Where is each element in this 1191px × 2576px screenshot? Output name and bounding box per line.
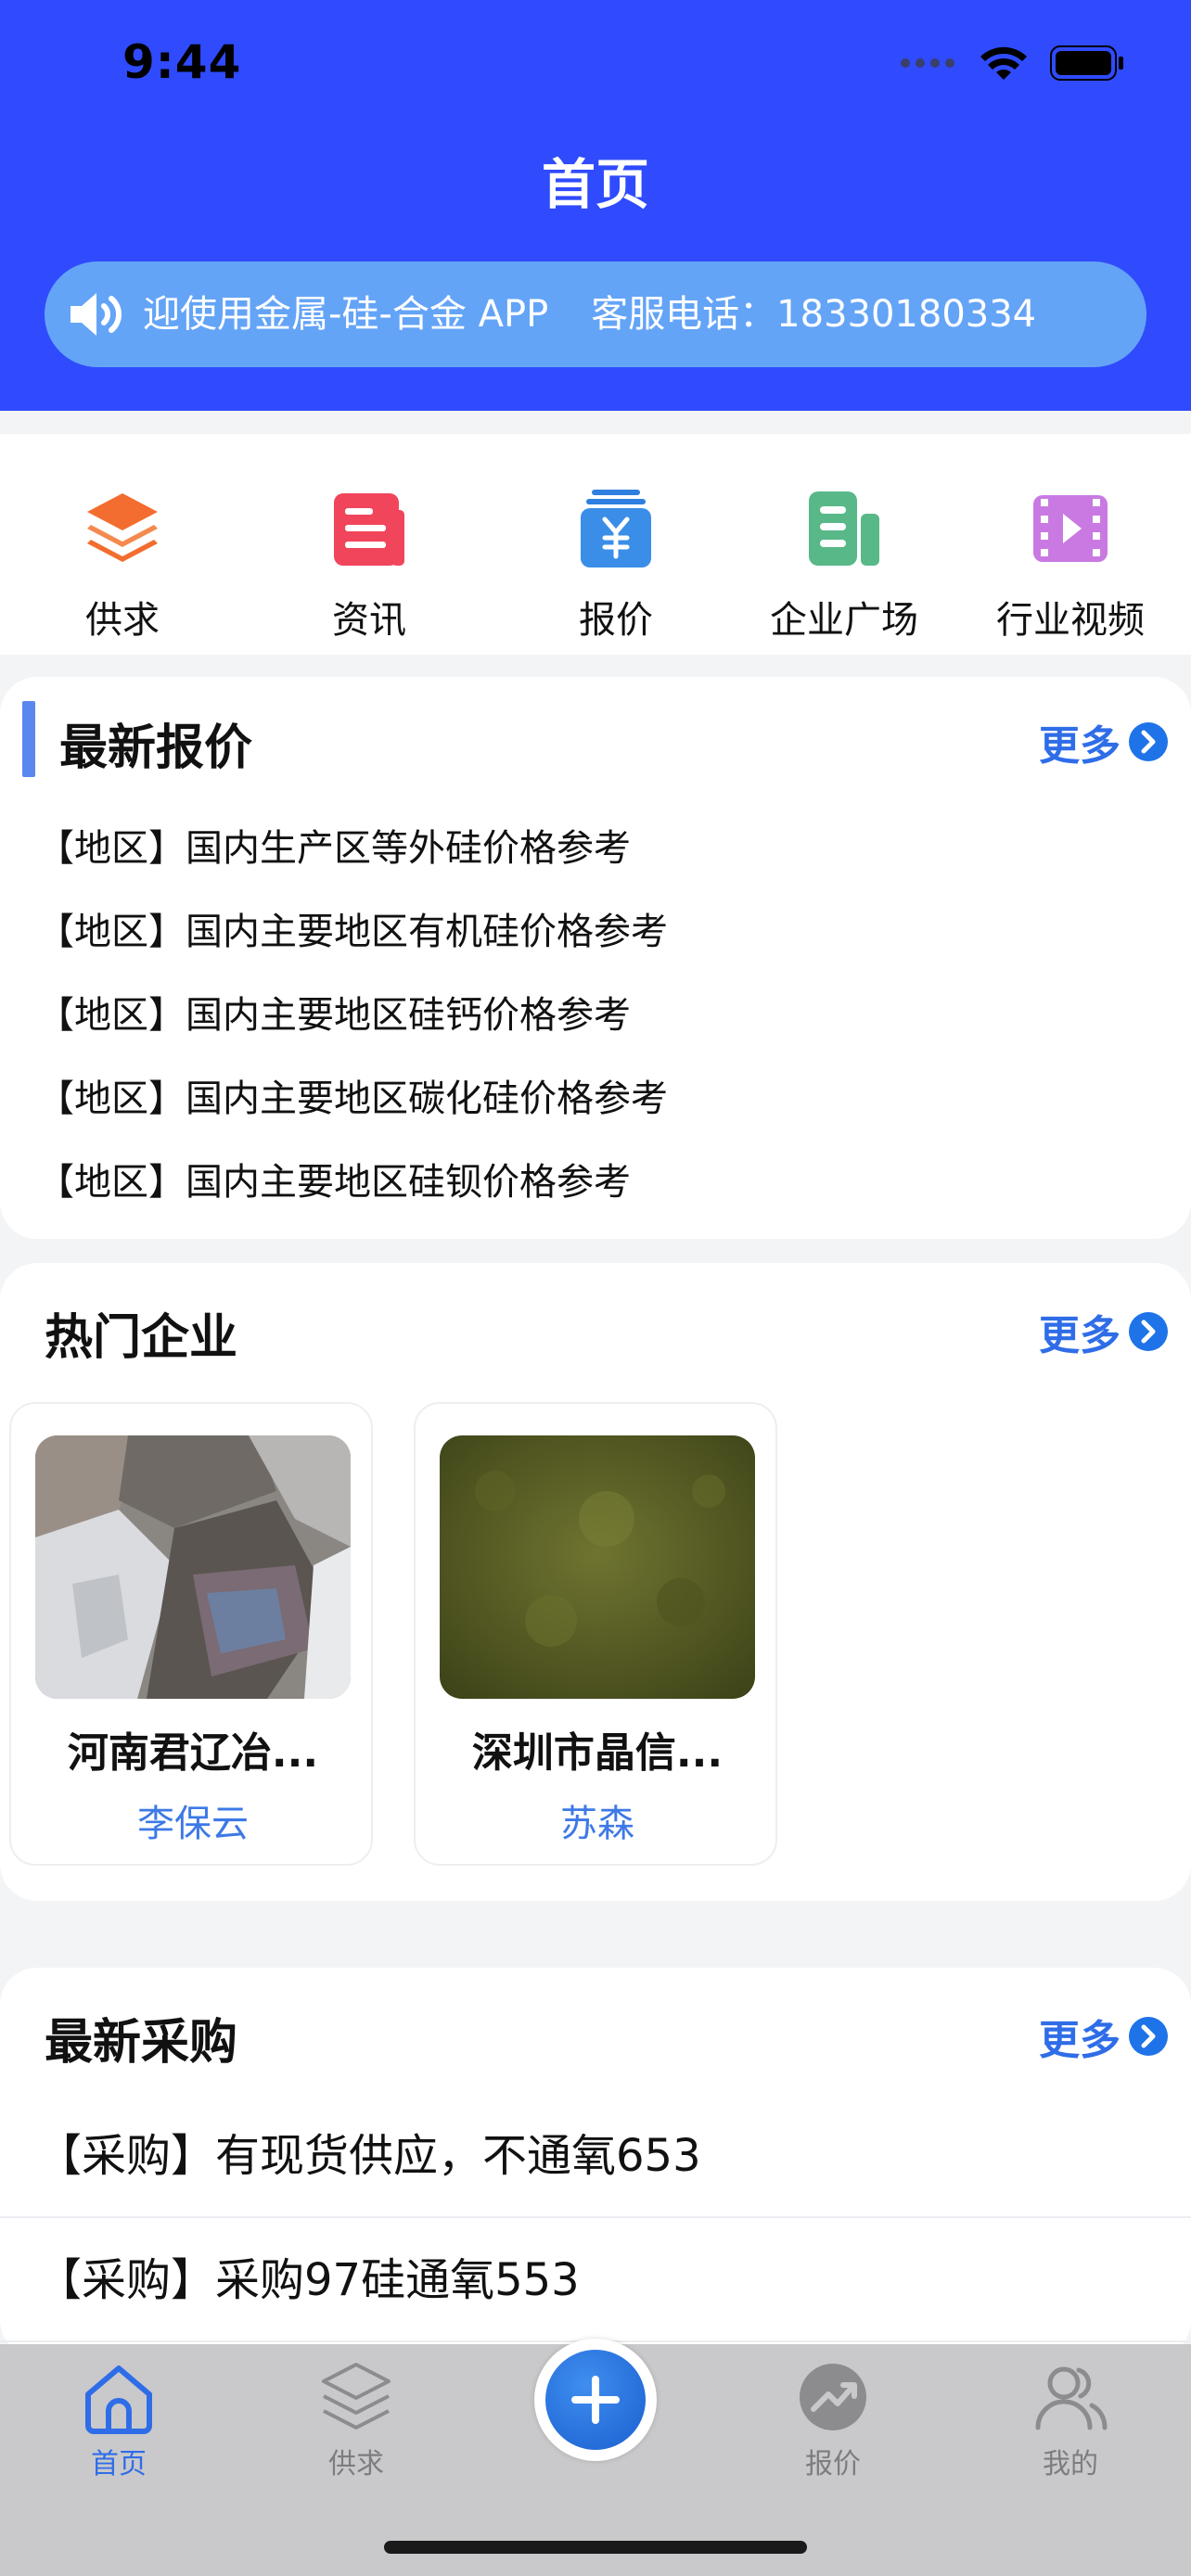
enterprise-image (440, 1435, 755, 1699)
layers-icon (87, 493, 158, 562)
home-icon (85, 2366, 152, 2434)
chevron-right-circle-icon (1129, 722, 1168, 761)
quick-nav-supply[interactable]: 供求 (11, 486, 234, 644)
signal-icon (901, 58, 954, 68)
enterprise-name: 河南君辽冶... (67, 1729, 319, 1777)
latest-purchases-more[interactable]: 更多 (1039, 2007, 1169, 2066)
notice-bar[interactable]: 迎使用金属-硅-合金 APP 客服电话：18330180334 (45, 261, 1146, 367)
enterprise-name: 深圳市晶信... (471, 1729, 724, 1777)
tab-mine[interactable]: 我的 (996, 2357, 1145, 2481)
more-label: 更多 (1039, 1312, 1121, 1359)
notice-welcome: 迎使用金属-硅-合金 APP (143, 293, 549, 336)
price-list-item[interactable]: 【地区】国内主要地区硅钙价格参考 (37, 985, 631, 1039)
battery-icon (1050, 45, 1123, 81)
yen-price-icon (581, 490, 651, 567)
price-list-item[interactable]: 【地区】国内主要地区有机硅价格参考 (37, 901, 668, 955)
price-list-item[interactable]: 【地区】国内主要地区碳化硅价格参考 (37, 1068, 668, 1122)
status-time: 9:44 (122, 35, 242, 89)
tab-label: 首页 (91, 2448, 147, 2480)
add-button[interactable] (534, 2339, 657, 2461)
notice-text: 迎使用金属-硅-合金 APP 客服电话：18330180334 (143, 261, 1126, 367)
status-icons (900, 45, 1124, 82)
latest-prices-card: 最新报价 更多 【地区】国内生产区等外硅价格参考 【地区】国内主要地区有机硅价格… (0, 677, 1191, 1239)
status-bar: 9:44 (0, 0, 1191, 130)
quick-nav-video[interactable]: 行业视频 (959, 486, 1182, 644)
plus-icon (571, 2376, 620, 2424)
add-button-circle (545, 2350, 646, 2450)
hot-enterprises-more[interactable]: 更多 (1039, 1302, 1169, 1361)
tab-price[interactable]: 报价 (759, 2357, 907, 2481)
tab-label: 报价 (805, 2448, 861, 2480)
user-group-icon (1035, 2366, 1108, 2430)
chevron-right-circle-icon (1129, 2017, 1168, 2056)
hot-enterprises-card: 热门企业 更多 河南君辽冶... 李保云 深圳市晶信... 苏森 (0, 1263, 1191, 1901)
home-indicator (384, 2541, 807, 2554)
latest-prices-title: 最新报价 (59, 721, 253, 776)
latest-prices-more[interactable]: 更多 (1039, 712, 1169, 772)
enterprise-contact: 李保云 (137, 1803, 249, 1845)
layers-icon (322, 2363, 391, 2429)
speaker-icon (70, 293, 122, 336)
hot-enterprises-title: 热门企业 (45, 1310, 238, 1366)
notice-service-phone: 客服电话：18330180334 (591, 293, 1037, 336)
price-list-item[interactable]: 【地区】国内主要地区硅钡价格参考 (37, 1152, 631, 1205)
enterprise-card[interactable]: 深圳市晶信... 苏森 (414, 1402, 777, 1866)
more-label: 更多 (1039, 2017, 1121, 2064)
quick-nav-label: 报价 (579, 599, 653, 642)
quick-nav-enterprise[interactable]: 企业广场 (733, 486, 955, 644)
more-label: 更多 (1039, 722, 1121, 770)
section-accent-bar (22, 701, 35, 777)
tab-label: 我的 (1043, 2448, 1098, 2480)
chevron-right-circle-icon (1129, 1312, 1168, 1351)
purchase-list-item[interactable]: 【采购】有现货供应，不通氧653 (0, 2094, 1191, 2218)
quick-nav-label: 企业广场 (770, 599, 918, 642)
enterprise-image (35, 1435, 351, 1699)
page-title: 首页 (541, 153, 649, 216)
wifi-icon (980, 46, 1027, 80)
header: 9:44 首页 迎使用金属-硅-合金 APP 客服电话：18330180334 (0, 0, 1191, 411)
enterprise-card[interactable]: 河南君辽冶... 李保云 (9, 1402, 373, 1866)
tab-supply[interactable]: 供求 (282, 2357, 430, 2481)
quick-nav-news[interactable]: 资讯 (258, 486, 480, 644)
purchase-list-item[interactable]: 【采购】采购97硅通氧553 (0, 2218, 1191, 2342)
tab-label: 供求 (328, 2448, 384, 2480)
latest-purchases-card: 最新采购 更多 【采购】有现货供应，不通氧653 【采购】采购97硅通氧553 (0, 1968, 1191, 2357)
enterprise-icon (809, 491, 879, 566)
quick-nav-price[interactable]: 报价 (505, 486, 727, 644)
quick-nav-label: 行业视频 (996, 599, 1145, 642)
quick-nav-label: 供求 (85, 599, 160, 642)
quick-nav: 供求 资讯 报价 企业广场 行业视频 (0, 434, 1191, 655)
latest-purchases-title: 最新采购 (45, 2015, 238, 2071)
enterprise-contact: 苏森 (560, 1803, 634, 1845)
price-list-item[interactable]: 【地区】国内生产区等外硅价格参考 (37, 818, 631, 872)
video-icon (1033, 495, 1108, 562)
trend-up-icon (800, 2364, 866, 2430)
tab-home[interactable]: 首页 (45, 2357, 193, 2481)
news-icon (334, 493, 404, 566)
quick-nav-label: 资讯 (332, 599, 406, 642)
